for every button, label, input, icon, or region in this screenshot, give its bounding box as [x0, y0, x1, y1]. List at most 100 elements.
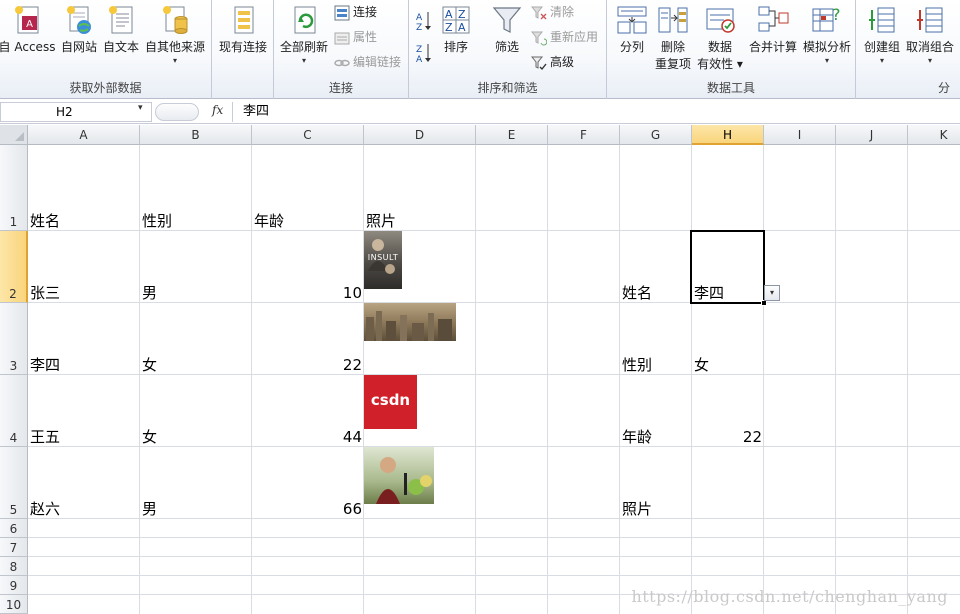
cell-B5[interactable]: 男: [142, 500, 157, 518]
sort-descending-button[interactable]: ZA: [415, 42, 435, 66]
data-validation-label-1: 数据: [707, 40, 732, 54]
what-if-analysis-button[interactable]: ? 模拟分析 ▾: [801, 4, 853, 66]
column-header-G[interactable]: G: [620, 125, 692, 145]
column-header-K[interactable]: K: [908, 125, 960, 145]
from-other-sources-button[interactable]: 自其他来源 ▾: [142, 4, 208, 66]
csdn-logo-text: csdn: [370, 391, 411, 409]
column-header-D[interactable]: D: [364, 125, 476, 145]
cell-G4[interactable]: 年龄: [622, 428, 652, 446]
chevron-down-icon: ▾: [769, 288, 774, 297]
properties-button[interactable]: 属性: [334, 27, 377, 47]
advanced-filter-button[interactable]: 高级: [530, 52, 574, 72]
sort-ascending-button[interactable]: AZ: [415, 10, 435, 34]
cell-B1[interactable]: 性别: [142, 212, 172, 230]
chevron-down-icon: ▾: [879, 56, 884, 65]
text-to-columns-icon: [617, 6, 647, 34]
formula-bar-splitter[interactable]: [155, 103, 199, 121]
column-header-C[interactable]: C: [252, 125, 364, 145]
row-header-1[interactable]: 1: [0, 145, 28, 231]
connections-button[interactable]: 连接: [334, 2, 377, 22]
column-header-H[interactable]: H: [692, 125, 764, 145]
formula-input[interactable]: 李四: [232, 102, 960, 122]
remove-duplicates-label-2: 重复项: [654, 57, 691, 71]
row-header-7[interactable]: 7: [0, 538, 28, 557]
row-header-2[interactable]: 2: [0, 231, 28, 303]
column-header-F[interactable]: F: [548, 125, 620, 145]
cell-C5[interactable]: 66: [252, 500, 362, 518]
consolidate-button[interactable]: 合并计算: [745, 4, 801, 56]
edit-links-button[interactable]: 编辑链接: [334, 52, 401, 72]
from-access-button[interactable]: A 自 Access: [0, 4, 56, 56]
cell-G5[interactable]: 照片: [622, 500, 652, 518]
select-all-button[interactable]: [0, 125, 28, 145]
data-validation-button[interactable]: 数据 有效性 ▾: [697, 4, 743, 73]
from-text-label: 自文本: [102, 40, 139, 54]
reapply-icon: [530, 31, 548, 45]
column-header-B[interactable]: B: [140, 125, 252, 145]
cell-H4[interactable]: 22: [692, 428, 762, 446]
row-number: 5: [9, 503, 18, 517]
worksheet-grid[interactable]: A B C D E F G H I J K 1 2 3 4 5 6 7 8 9 …: [0, 125, 960, 614]
column-header-J[interactable]: J: [836, 125, 908, 145]
row-header-5[interactable]: 5: [0, 447, 28, 519]
cell-A3[interactable]: 李四: [30, 356, 60, 374]
photo-insult-poster[interactable]: INSULT: [364, 231, 402, 289]
filter-label: 筛选: [494, 40, 519, 54]
chevron-down-icon: ▾: [824, 56, 829, 65]
column-header-E[interactable]: E: [476, 125, 548, 145]
advanced-filter-icon: [530, 56, 547, 70]
cell-A1[interactable]: 姓名: [30, 212, 60, 230]
cell-B2[interactable]: 男: [142, 284, 157, 302]
cell-G3[interactable]: 性别: [622, 356, 652, 374]
filter-button[interactable]: 筛选: [489, 4, 525, 56]
from-web-button[interactable]: 自网站: [58, 4, 100, 56]
cell-A4[interactable]: 王五: [30, 428, 60, 446]
remove-duplicates-button[interactable]: 删除 重复项: [651, 4, 695, 73]
text-to-columns-button[interactable]: 分列: [613, 4, 651, 56]
svg-text:Z: Z: [458, 8, 466, 21]
cell-C3[interactable]: 22: [252, 356, 362, 374]
web-globe-icon: [67, 6, 91, 34]
from-other-sources-label: 自其他来源: [144, 40, 205, 54]
row-header-9[interactable]: 9: [0, 576, 28, 595]
from-text-button[interactable]: 自文本: [100, 4, 142, 56]
sort-button[interactable]: A Z Z A 排序: [439, 4, 473, 56]
ungroup-label: 取消组合: [905, 40, 954, 54]
cell-G2[interactable]: 姓名: [622, 284, 652, 302]
cell-D1[interactable]: 照片: [366, 212, 396, 230]
cell-C1[interactable]: 年龄: [254, 212, 284, 230]
ungroup-button[interactable]: 取消组合 ▾: [904, 4, 956, 66]
validation-dropdown-button[interactable]: ▾: [764, 285, 780, 301]
grid-line: [28, 446, 960, 447]
properties-label: 属性: [353, 30, 378, 44]
group-button[interactable]: 创建组 ▾: [860, 4, 904, 66]
svg-text:A: A: [458, 21, 466, 34]
cell-C2[interactable]: 10: [252, 284, 362, 302]
photo-speaker[interactable]: [364, 447, 434, 504]
row-number: 2: [9, 287, 17, 301]
poster-caption: INSULT: [367, 253, 399, 262]
cell-H3[interactable]: 女: [694, 356, 709, 374]
cell-A2[interactable]: 张三: [30, 284, 60, 302]
cell-A5[interactable]: 赵六: [30, 500, 60, 518]
photo-csdn-logo[interactable]: csdn: [364, 375, 417, 429]
chevron-down-icon[interactable]: ▾: [138, 103, 143, 113]
column-header-A[interactable]: A: [28, 125, 140, 145]
row-header-8[interactable]: 8: [0, 557, 28, 576]
from-access-label: 自 Access: [0, 40, 56, 54]
reapply-button[interactable]: 重新应用: [530, 27, 598, 47]
cell-B3[interactable]: 女: [142, 356, 157, 374]
row-header-6[interactable]: 6: [0, 519, 28, 538]
insert-function-icon[interactable]: fx: [212, 103, 223, 117]
cell-C4[interactable]: 44: [252, 428, 362, 446]
grid-line: [28, 537, 960, 538]
photo-city-skyline[interactable]: [364, 303, 456, 341]
row-header-3[interactable]: 3: [0, 303, 28, 375]
refresh-all-button[interactable]: 全部刷新 ▾: [278, 4, 330, 66]
name-box[interactable]: H2: [0, 102, 152, 122]
column-header-I[interactable]: I: [764, 125, 836, 145]
cell-B4[interactable]: 女: [142, 428, 157, 446]
row-header-4[interactable]: 4: [0, 375, 28, 447]
row-header-10[interactable]: 10: [0, 595, 28, 614]
clear-filter-button[interactable]: 清除: [530, 2, 574, 22]
